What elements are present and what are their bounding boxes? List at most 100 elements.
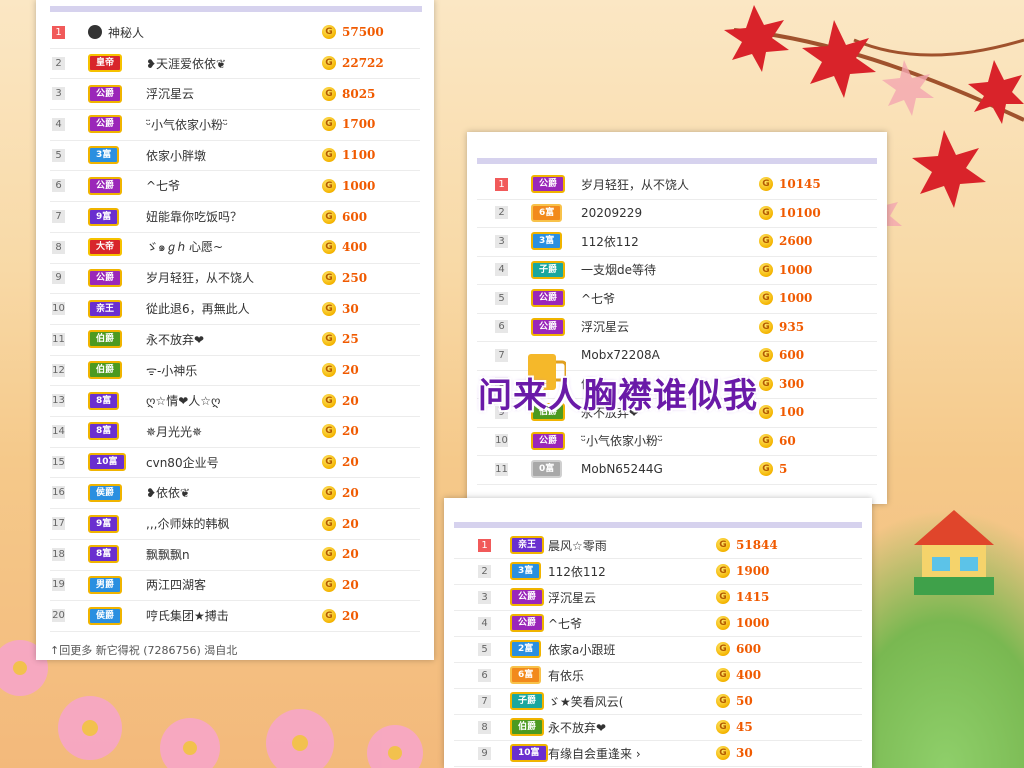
user-name[interactable]: 112依112 (548, 563, 606, 580)
table-row[interactable]: 6 6富 有依乐 G 400 (454, 662, 862, 689)
table-row[interactable]: 7 9富 妞能靠你吃饭吗？ G 600 (50, 201, 420, 233)
user-name[interactable]: ^七爷 (146, 177, 180, 194)
user-name[interactable]: 浮沉星云 (146, 85, 194, 102)
user-name[interactable]: ゞ★笑看风云( (548, 693, 623, 710)
table-row[interactable]: 12 伯爵 ᯤ-小神乐 G 20 (50, 355, 420, 387)
user-name[interactable]: ღ☆情❤人☆ღ (146, 392, 220, 409)
table-row[interactable]: 4 公爵 ᵕ̈小气依家小粉ᵕ̈ G 1700 (50, 109, 420, 141)
user-name[interactable]: ᵕ̈小气依家小粉ᵕ̈ (581, 432, 663, 449)
user-name[interactable]: 20209229 (581, 206, 642, 220)
user-name[interactable]: 依家小胖墩 (146, 147, 206, 164)
user-name[interactable]: MobN65244G (581, 462, 663, 476)
user-name[interactable]: 哼氏集团★搏击 (146, 607, 229, 624)
score-value: 1000 (779, 291, 813, 306)
user-name[interactable]: 浮沉星云 (548, 589, 596, 606)
coin-icon: G (322, 485, 336, 500)
user-name[interactable]: ,,,尒师妹的韩枫 (146, 515, 229, 532)
user-name[interactable]: 依家a小跟班 (548, 641, 615, 658)
user-name[interactable]: 永不放弃❤ (146, 331, 204, 348)
rank-number: 3 (52, 87, 65, 101)
rank-number: 9 (52, 271, 65, 285)
rank-number: 20 (52, 609, 65, 623)
user-name[interactable]: 永不放弃❤ (548, 719, 606, 736)
table-row[interactable]: 18 8富 飘飘飘n G 20 (50, 539, 420, 571)
table-row[interactable]: 20 侯爵 哼氏集团★搏击 G 20 (50, 600, 420, 632)
coin-icon: G (716, 668, 730, 682)
user-name[interactable]: 岁月轻狂，从不饶人 (581, 176, 689, 193)
table-row[interactable]: 17 9富 ,,,尒师妹的韩枫 G 20 (50, 508, 420, 540)
table-row[interactable]: 13 8富 ღ☆情❤人☆ღ G 20 (50, 385, 420, 418)
user-name[interactable]: 112依112 (581, 233, 639, 250)
user-name[interactable]: 有缘自会重逢来 › (548, 745, 641, 762)
table-row[interactable]: 10 亲王 從此退6，再無此人 G 30 (50, 293, 420, 325)
table-row[interactable]: 3 公爵 浮沉星云 G 8025 (50, 78, 420, 111)
user-name[interactable]: 岁月轻狂，从不饶人 (146, 269, 254, 286)
coin-icon: G (759, 405, 773, 420)
table-row[interactable]: 11 0富 MobN65244G G 5 (477, 455, 877, 485)
score-value: 5 (779, 462, 788, 477)
table-row[interactable]: 1 亲王 晨风☆零雨 G 51844 (454, 532, 862, 559)
rank-title-badge: 8富 (88, 391, 120, 410)
table-row[interactable]: 3 公爵 浮沉星云 G 1415 (454, 584, 862, 611)
user-name[interactable]: ᯤ-小神乐 (146, 362, 197, 379)
user-name[interactable]: ᵕ̈小气依家小粉ᵕ̈ (146, 116, 228, 133)
table-row[interactable]: 7 子爵 ゞ★笑看风云(G 50 (454, 688, 862, 715)
user-name[interactable]: 晨风☆零雨 (548, 537, 607, 554)
table-row[interactable]: 1 神秘人 G 57500 (50, 17, 420, 49)
coin-icon: G (322, 577, 336, 592)
user-name[interactable]: 有依乐 (548, 667, 584, 684)
user-name[interactable]: ❥依依❦ (146, 484, 190, 501)
user-name[interactable]: 神秘人 (108, 24, 144, 41)
rank-number: 6 (495, 320, 508, 334)
score-value: 1900 (736, 564, 770, 578)
user-name[interactable]: cvn80企业号 (146, 454, 219, 471)
user-name[interactable]: ^七爷 (548, 615, 582, 632)
table-row[interactable]: 4 子爵 一支烟de等待 G 1000 (477, 256, 877, 285)
table-row[interactable]: 8 大帝 ゞ๑ℊℎ 心愿~ G 400 (50, 232, 420, 264)
table-row[interactable]: 15 10富 cvn80企业号 G 20 (50, 447, 420, 479)
table-row[interactable]: 19 男爵 两江四湖客 G 20 (50, 570, 420, 602)
coin-icon: G (716, 590, 730, 604)
coin-icon: G (759, 462, 773, 477)
rank-title-badge: 8富 (88, 545, 120, 564)
score-value: 250 (342, 270, 368, 285)
user-name[interactable]: 從此退6，再無此人 (146, 300, 250, 317)
table-row[interactable]: 9 10富 有缘自会重逢来 › G 30 (454, 740, 862, 767)
score-value: 600 (736, 642, 762, 656)
table-row[interactable]: 8 伯爵 永不放弃❤ G 45 (454, 714, 862, 741)
score-value: 1000 (779, 262, 813, 277)
table-row[interactable]: 3 3富 112依112 G 2600 (477, 227, 877, 257)
coin-icon: G (759, 205, 773, 220)
score-value: 300 (779, 376, 805, 391)
user-name[interactable]: Mobx72208A (581, 348, 660, 362)
user-name[interactable]: ❥天涯爱依依❦ (146, 55, 226, 72)
user-name[interactable]: 妞能靠你吃饭吗？ (146, 208, 242, 225)
table-row[interactable]: 14 8富 ✵月光光✵ G 20 (50, 416, 420, 448)
user-name[interactable]: ✵月光光✵ (146, 423, 202, 440)
user-name[interactable]: ゞ๑ℊℎ 心愿~ (146, 238, 223, 257)
table-row[interactable]: 4 公爵 ^七爷 G 1000 (454, 610, 862, 637)
table-row[interactable]: 11 伯爵 永不放弃❤ G 25 (50, 324, 420, 356)
rank-title-badge: 公爵 (88, 115, 123, 134)
table-row[interactable]: 5 2富 依家a小跟班 G 600 (454, 636, 862, 663)
table-row[interactable]: 10 公爵 ᵕ̈小气依家小粉ᵕ̈ G 60 (477, 427, 877, 456)
table-row[interactable]: 5 公爵 ^七爷 G 1000 (477, 284, 877, 314)
user-name[interactable]: ^七爷 (581, 290, 615, 307)
rank-number: 2 (52, 56, 65, 70)
user-name[interactable]: 飘飘飘n (146, 546, 190, 563)
rank-title-badge: 10富 (510, 744, 548, 762)
table-row[interactable]: 2 3富 112依112 G 1900 (454, 558, 862, 585)
table-row[interactable]: 6 公爵 浮沉星云 G 935 (477, 313, 877, 342)
table-row[interactable]: 9 公爵 岁月轻狂，从不饶人 G 250 (50, 263, 420, 295)
table-row[interactable]: 1 公爵 岁月轻狂，从不饶人 G 10145 (477, 170, 877, 200)
user-name[interactable]: 一支烟de等待 (581, 261, 656, 278)
table-row[interactable]: 2 皇帝 ❥天涯爱依依❦ G 22722 (50, 48, 420, 80)
table-row[interactable]: 16 侯爵 ❥依依❦ G 20 (50, 478, 420, 510)
coin-icon: G (322, 25, 336, 40)
user-name[interactable]: 两江四湖客 (146, 576, 206, 593)
table-row[interactable]: 6 公爵 ^七爷 G 1000 (50, 171, 420, 203)
table-row[interactable]: 2 6富 20209229 G 10100 (477, 199, 877, 228)
table-row[interactable]: 5 3富 依家小胖墩 G 1100 (50, 140, 420, 172)
user-name[interactable]: 浮沉星云 (581, 318, 629, 335)
coin-icon: G (322, 270, 336, 285)
